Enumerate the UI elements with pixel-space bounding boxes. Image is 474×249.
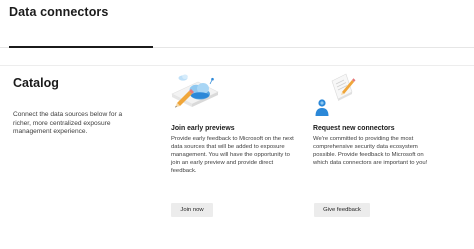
catalog-description: Connect the data sources below for a ric… bbox=[13, 111, 123, 136]
join-now-button[interactable]: Join now bbox=[171, 203, 213, 217]
cloud-pencil-illustration-icon bbox=[170, 72, 220, 122]
page-title: Data connectors bbox=[9, 5, 109, 19]
give-feedback-button[interactable]: Give feedback bbox=[314, 203, 370, 217]
request-new-connectors-description: We're committed to providing the most co… bbox=[313, 136, 428, 167]
person-document-illustration-icon bbox=[312, 72, 362, 122]
active-tab-indicator bbox=[9, 46, 153, 48]
request-new-connectors-title: Request new connectors bbox=[313, 125, 395, 132]
join-early-previews-title: Join early previews bbox=[171, 125, 235, 132]
join-early-previews-description: Provide early feedback to Microsoft on t… bbox=[171, 136, 294, 175]
catalog-heading: Catalog bbox=[13, 76, 59, 90]
section-divider bbox=[0, 65, 474, 66]
